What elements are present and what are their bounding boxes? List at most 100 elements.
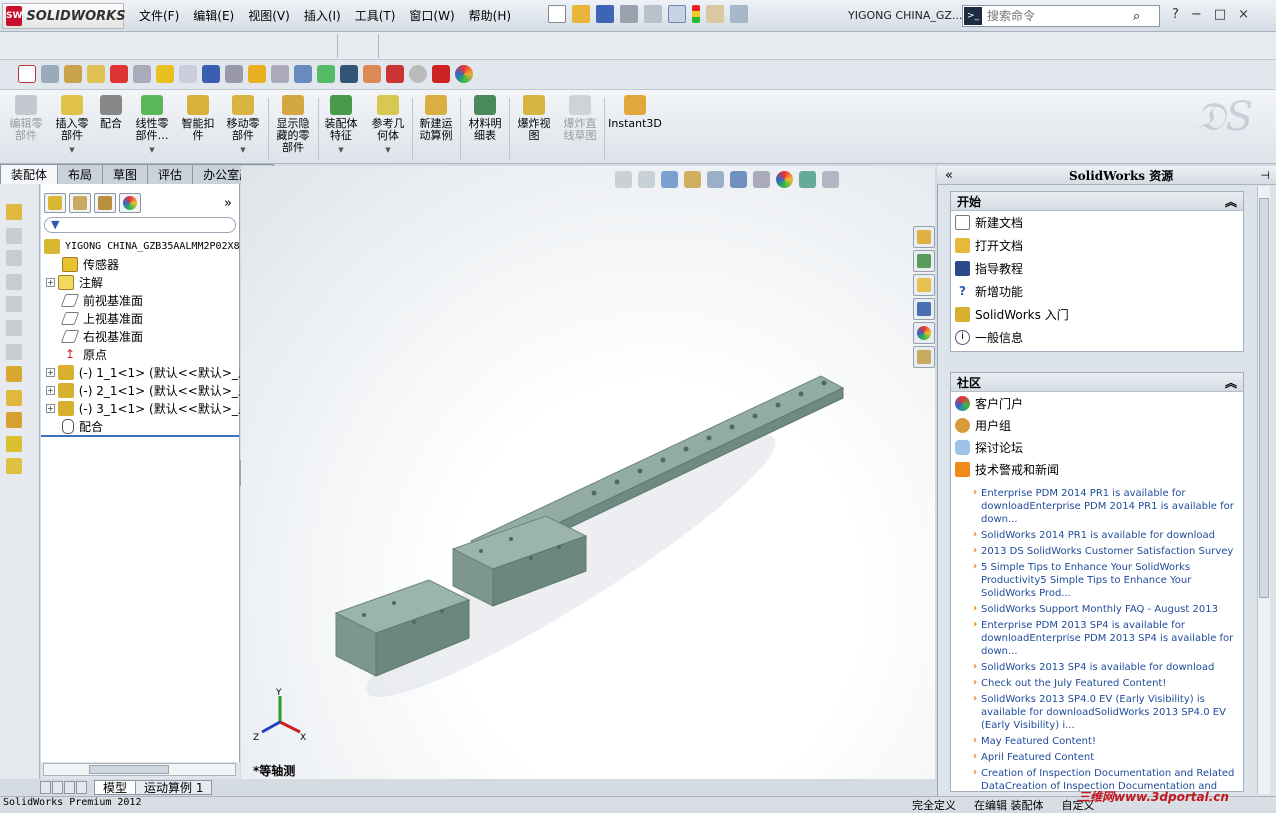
search-icon[interactable]: ⌕ [1133,9,1140,24]
menu-help[interactable]: 帮助(H) [462,7,518,24]
open-document-link[interactable]: 打开文档 [951,234,1243,257]
plane-icon[interactable] [6,296,22,312]
clearance-icon[interactable] [271,65,289,83]
scroll-thumb[interactable] [1259,198,1269,598]
help-button[interactable]: ? [1172,7,1179,22]
news-item[interactable]: April Featured Content [951,750,1243,766]
interference-icon[interactable] [225,65,243,83]
command-search[interactable]: >_ ⌕ [962,5,1160,27]
tab-assembly[interactable]: 装配体 [0,164,59,184]
costing-icon[interactable] [386,65,404,83]
solidworks-logo[interactable]: SW SOLIDWORKS [2,3,126,29]
show-hidden-components-button[interactable]: 显示隐 藏的零 部件 [273,95,313,154]
bill-of-materials-button[interactable]: 材料明 细表 [465,95,505,142]
start-section-header[interactable]: 开始 ︽ [951,192,1243,211]
menu-file[interactable]: 文件(F) [132,7,186,24]
mass-properties-icon[interactable] [64,65,82,83]
news-item[interactable]: 5 Simple Tips to Enhance Your SolidWorks… [951,560,1243,602]
news-item[interactable]: SolidWorks 2013 SP4.0 EV (Early Visibili… [951,692,1243,734]
collapse-pane-icon[interactable]: « [945,168,953,183]
feature-icon[interactable] [6,274,22,290]
news-item[interactable]: SolidWorks 2013 SP4 is available for dow… [951,660,1243,676]
section-properties-icon[interactable] [87,65,105,83]
tech-alerts-link[interactable]: 技术警戒和新闻 [951,458,1243,480]
user-groups-link[interactable]: 用户组 [951,414,1243,436]
save-icon[interactable] [596,5,614,23]
smart-fasteners-button[interactable]: 智能扣 件 [179,95,217,142]
tab-nav-first[interactable] [40,780,51,794]
configurationmanager-tab[interactable] [94,193,116,213]
forums-link[interactable]: 探讨论坛 [951,436,1243,458]
dropdown-arrow-icon[interactable]: ▼ [338,144,343,156]
insert-component-button[interactable]: 插入零 部件 ▼ [52,95,92,156]
tree-item[interactable]: + (-) 1_1<1> (默认<<默认>_显 [44,363,240,381]
assembly-features-button[interactable]: 装配体 特征 ▼ [321,95,361,156]
collapse-chevron-icon[interactable]: ︽ [1225,374,1237,391]
tab-sketch[interactable]: 草图 [102,164,149,184]
task-pane-scrollbar[interactable] [1257,186,1270,794]
move-component-button[interactable]: 移动零 部件 ▼ [223,95,263,156]
filter-box[interactable]: ▼ [44,217,236,233]
task-pane-view-palette[interactable] [913,298,935,320]
instant3d-button[interactable]: Instant3D [608,95,662,130]
undo-icon[interactable] [644,5,662,23]
assembly-visual-icon[interactable] [317,65,335,83]
hole-alignment-icon[interactable] [294,65,312,83]
measure-icon[interactable] [41,65,59,83]
community-section-header[interactable]: 社区 ︽ [951,373,1243,392]
task-pane-home[interactable] [913,226,935,248]
restore-button[interactable]: □ [1214,7,1226,22]
news-item[interactable]: Enterprise PDM 2013 SP4 is available for… [951,618,1243,660]
tree-item[interactable]: 右视基准面 [44,327,240,345]
3d-sketch-icon[interactable] [6,204,22,220]
tutorials-link[interactable]: 指导教程 [951,257,1243,280]
propertymanager-tab[interactable] [69,193,91,213]
featuremanager-tab[interactable] [44,193,66,213]
expand-icon[interactable]: + [46,367,55,377]
customer-portal-link[interactable]: 客户门户 [951,392,1243,414]
intro-link[interactable]: SolidWorks 入门 [951,303,1243,326]
mirror-icon[interactable] [6,250,22,266]
warning-icon[interactable] [248,65,266,83]
select-arrow-icon[interactable] [668,5,686,23]
spell-check-icon[interactable] [18,65,36,83]
task-pane-design-library[interactable] [913,250,935,272]
search-input[interactable] [983,9,1133,23]
cut-icon[interactable] [6,344,22,360]
check-icon[interactable] [179,65,197,83]
scroll-thumb[interactable] [89,765,169,774]
new-doc-icon[interactable] [548,5,566,23]
close-button[interactable]: × [1238,7,1249,22]
extrude-icon[interactable] [6,320,22,336]
sustainability-icon[interactable] [432,65,450,83]
toolbar-gripper[interactable] [337,34,379,58]
tree-item[interactable]: 配合 [44,417,240,435]
dimension-icon[interactable] [6,228,22,244]
tab-nav-next[interactable] [64,780,75,794]
explode-line-sketch-button[interactable]: 爆炸直 线草图 [560,95,600,142]
edit-component-button[interactable]: 编辑零 部件 [6,95,46,142]
horizontal-scrollbar[interactable] [43,763,236,776]
tab-motion-study-1[interactable]: 运动算例 1 [135,779,213,795]
dropdown-arrow-icon[interactable]: ▼ [385,144,390,156]
dropdown-arrow-icon[interactable]: ▼ [69,144,74,156]
fastener-icon[interactable] [6,436,22,452]
tree-item[interactable]: + 注解 [44,273,240,291]
displaymanager-tab[interactable] [119,193,141,213]
menu-window[interactable]: 窗口(W) [402,7,461,24]
whats-new-link[interactable]: ? 新增功能 [951,280,1243,303]
print-icon[interactable] [620,5,638,23]
news-item[interactable]: 2013 DS SolidWorks Customer Satisfaction… [951,544,1243,560]
check-gauge-icon[interactable] [110,65,128,83]
pattern-icon[interactable] [6,412,22,428]
tab-nav-prev[interactable] [52,780,63,794]
collapse-chevron-icon[interactable]: ︽ [1225,193,1237,210]
dropdown-arrow-icon[interactable]: ▼ [240,144,245,156]
general-info-link[interactable]: i 一般信息 [951,326,1243,349]
new-document-link[interactable]: 新建文档 [951,211,1243,234]
component-icon[interactable] [6,390,22,406]
exploded-view-button[interactable]: 爆炸视 图 [514,95,554,142]
minimize-button[interactable]: − [1191,7,1202,22]
tab-evaluate[interactable]: 评估 [147,164,194,184]
design-check-icon[interactable] [409,65,427,83]
